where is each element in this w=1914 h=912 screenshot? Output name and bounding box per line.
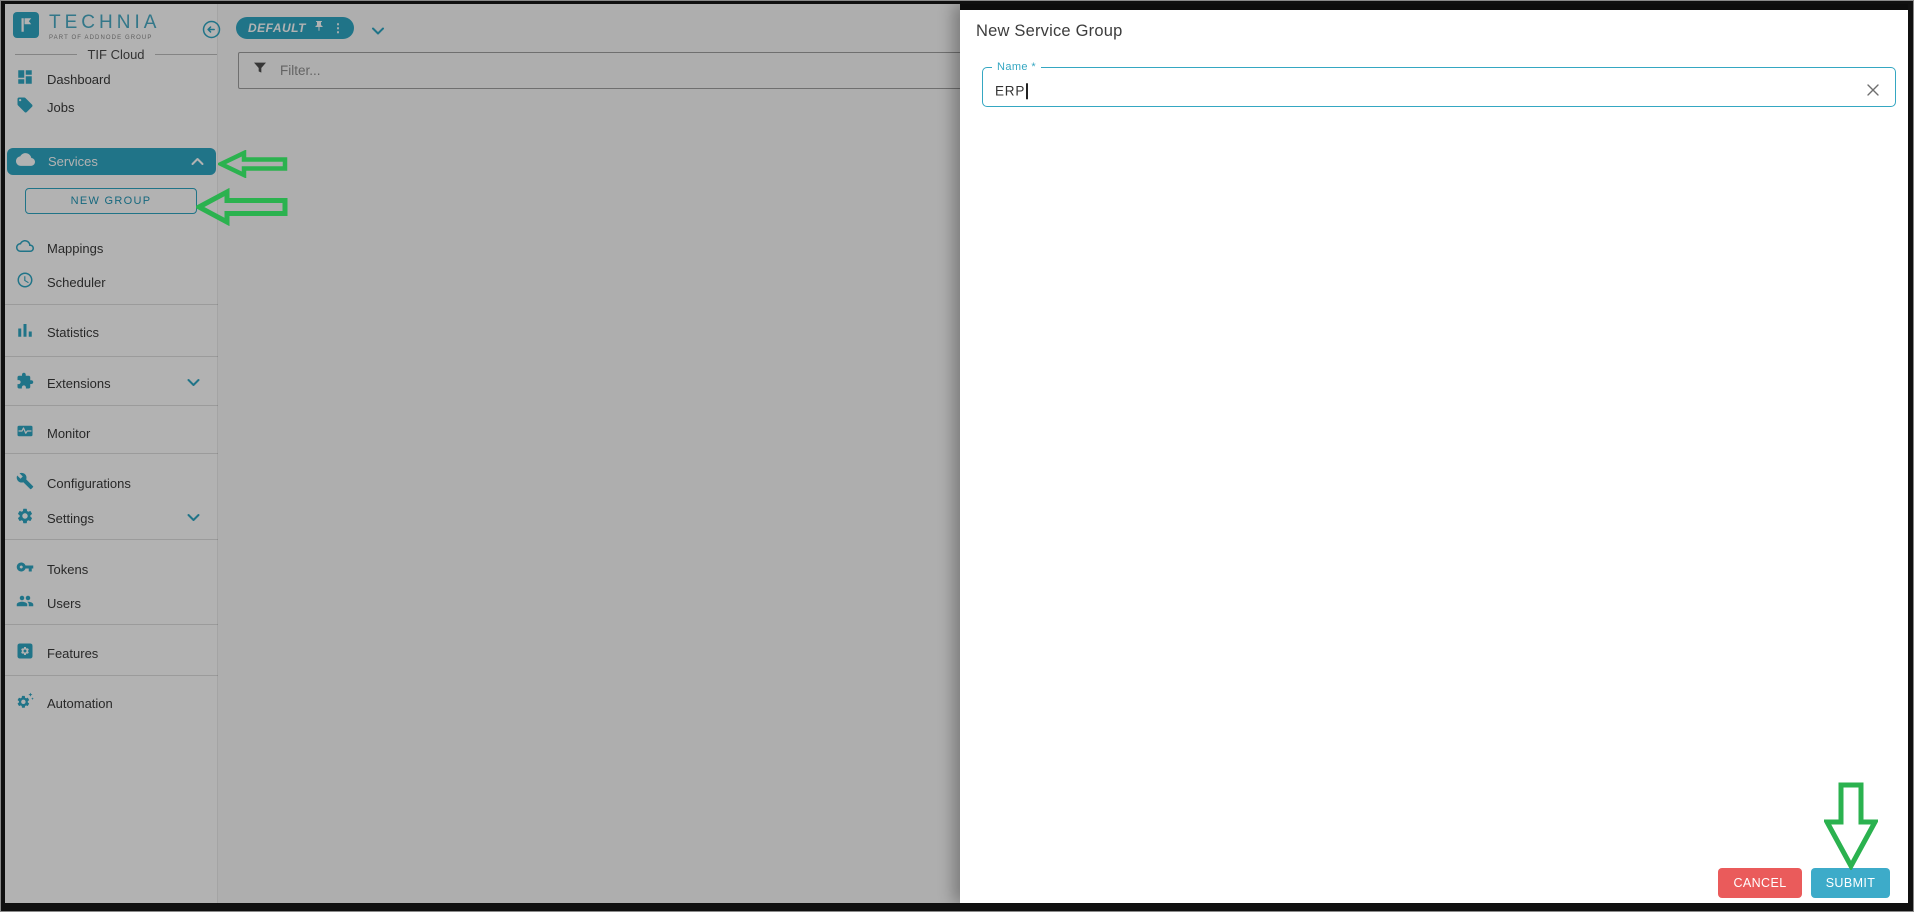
name-field-value: ERP bbox=[995, 83, 1026, 99]
cancel-button[interactable]: CANCEL bbox=[1718, 868, 1802, 898]
modal-backdrop[interactable] bbox=[5, 4, 960, 903]
new-service-group-drawer: New Service Group Name * ERP CANCEL SUBM… bbox=[960, 4, 1908, 903]
drawer-title: New Service Group bbox=[976, 22, 1123, 40]
submit-button[interactable]: SUBMIT bbox=[1811, 868, 1890, 898]
screenshot-frame: TECHNIA PART OF ADDNODE GROUP TIF Cloud … bbox=[0, 0, 1914, 912]
tif-cloud-app: TECHNIA PART OF ADDNODE GROUP TIF Cloud … bbox=[5, 4, 1908, 903]
name-field[interactable]: Name * ERP bbox=[982, 61, 1896, 107]
text-caret bbox=[1026, 82, 1028, 99]
drawer-footer: CANCEL SUBMIT bbox=[1718, 868, 1890, 898]
main-region: TECHNIA PART OF ADDNODE GROUP TIF Cloud … bbox=[5, 4, 962, 903]
clear-icon[interactable] bbox=[1865, 82, 1881, 103]
name-field-label: Name * bbox=[997, 61, 1037, 73]
